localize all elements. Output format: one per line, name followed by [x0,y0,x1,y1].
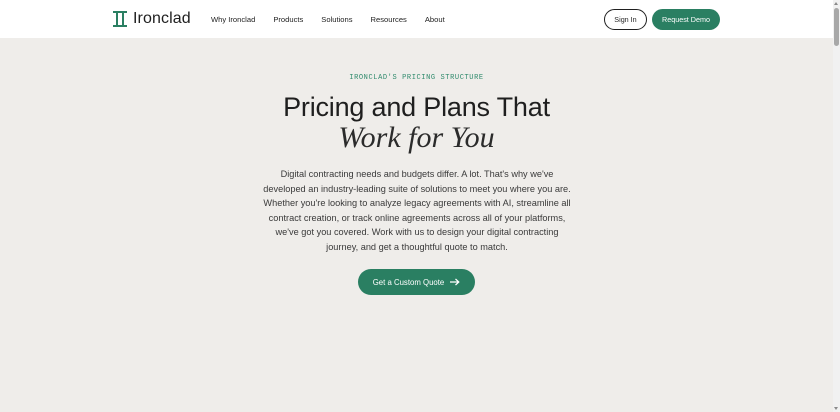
nav-item-why-ironclad[interactable]: Why Ironclad [211,15,255,24]
nav-item-resources[interactable]: Resources [371,15,407,24]
nav-item-products[interactable]: Products [273,15,303,24]
scroll-thumb[interactable] [834,8,839,46]
hero-description: Digital contracting needs and budgets di… [263,169,571,252]
scroll-up-arrow-icon[interactable] [834,2,838,5]
main-nav: Why Ironclad Products Solutions Resource… [211,0,445,38]
hero-headline: Pricing and Plans That [283,92,550,122]
hero-eyebrow: IRONCLAD'S PRICING STRUCTURE [349,74,484,82]
ironclad-logo-icon [113,11,127,27]
brand-logo[interactable]: Ironclad [113,10,191,28]
hero-headline-italic: Work for You [338,121,495,154]
scroll-down-arrow-icon[interactable] [834,407,838,410]
page-scrollbar[interactable] [833,0,840,412]
request-demo-button[interactable]: Request Demo [652,9,720,30]
cta-label: Get a Custom Quote [372,277,445,287]
site-header: Ironclad Why Ironclad Products Solutions… [0,0,833,38]
arrow-right-icon [450,278,460,286]
nav-item-solutions[interactable]: Solutions [321,15,352,24]
sign-in-button[interactable]: Sign In [604,9,647,30]
brand-name: Ironclad [133,10,191,27]
nav-item-about[interactable]: About [425,15,445,24]
get-custom-quote-button[interactable]: Get a Custom Quote [358,269,475,295]
